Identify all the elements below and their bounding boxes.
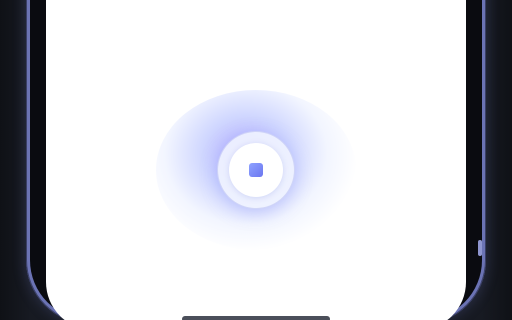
home-indicator[interactable] — [182, 316, 330, 320]
device-stage — [0, 0, 512, 320]
stop-recording-button[interactable] — [218, 132, 294, 208]
stop-recording-button-inner[interactable] — [229, 143, 283, 197]
side-button — [478, 240, 482, 256]
stop-icon — [249, 163, 263, 177]
